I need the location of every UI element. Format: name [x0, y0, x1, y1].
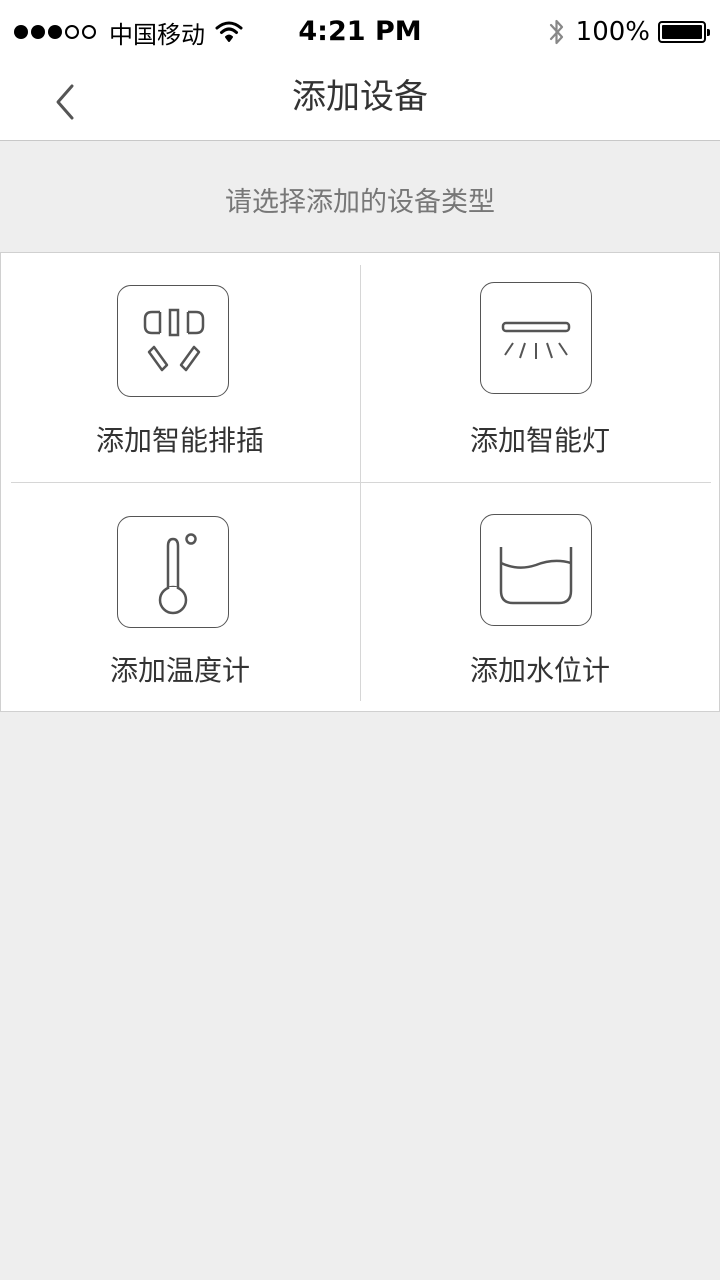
device-option-label: 添加水位计 [469, 654, 610, 687]
page-title: 添加设备 [292, 77, 428, 117]
status-bar: 中国移动 4:21 PM 100% [0, 0, 720, 64]
thermometer-icon [117, 516, 229, 628]
battery-fill [662, 25, 702, 39]
device-option-label: 添加智能灯 [469, 424, 610, 457]
device-type-grid: 添加智能排插 添加智能灯 添加温度计 添加水位计 [0, 252, 720, 712]
device-option-label: 添加智能排插 [95, 424, 264, 457]
water-level-icon [480, 514, 592, 626]
bluetooth-icon [549, 19, 563, 45]
wifi-icon [215, 21, 243, 42]
signal-dot [65, 25, 79, 39]
signal-dot [14, 25, 28, 39]
device-option-smart-light[interactable]: 添加智能灯 [361, 253, 719, 482]
device-option-thermometer[interactable]: 添加温度计 [1, 483, 359, 712]
device-option-water-level[interactable]: 添加水位计 [361, 483, 719, 712]
carrier-name: 中国移动 [109, 20, 205, 49]
device-option-label: 添加温度计 [109, 654, 250, 687]
signal-dot [48, 25, 62, 39]
status-left: 中国移动 [14, 0, 243, 64]
power-strip-icon [117, 285, 229, 397]
status-right: 100% [548, 0, 710, 64]
signal-strength-icon [14, 25, 99, 39]
nav-bar: 添加设备 [0, 64, 720, 141]
signal-dot [82, 25, 96, 39]
battery-percentage: 100% [575, 17, 650, 47]
signal-dot [31, 25, 45, 39]
battery-icon [658, 21, 710, 43]
smart-light-icon [480, 282, 592, 394]
section-subtitle: 请选择添加的设备类型 [225, 187, 495, 218]
device-option-power-strip[interactable]: 添加智能排插 [1, 253, 359, 482]
